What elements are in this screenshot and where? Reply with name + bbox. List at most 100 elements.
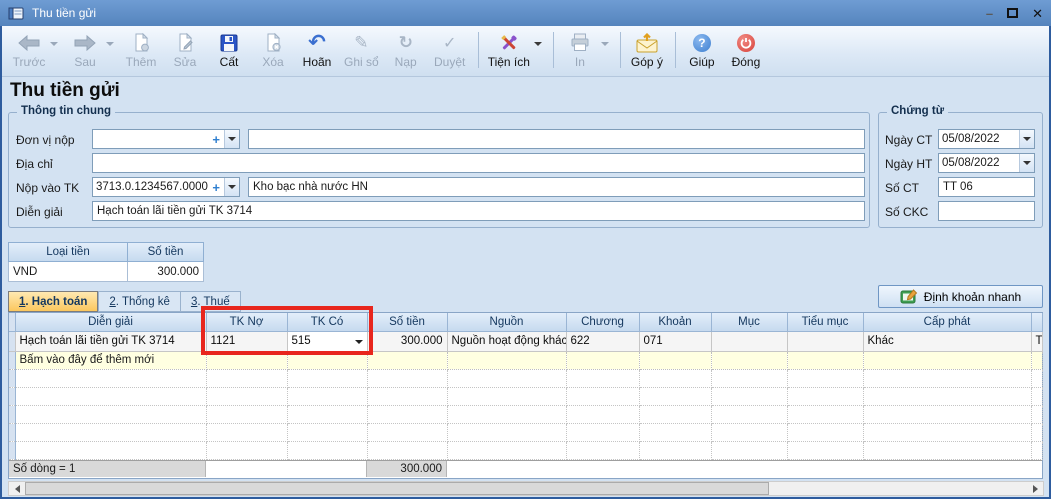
col-header-partial [1031,313,1042,331]
arrow-right-icon [74,32,96,54]
dropdown-caret-icon[interactable] [106,42,114,46]
maximize-button[interactable] [1007,8,1018,18]
empty-row [9,441,1042,459]
voucher-date-picker[interactable]: 05/08/2022 [938,129,1035,149]
triangle-right-icon [1033,485,1038,493]
tab-hach-toan[interactable]: 1. Hạch toán [8,291,98,312]
grid-summary-row: Số dòng = 1 300.000 [9,460,1042,476]
col-header-description[interactable]: Diễn giải [15,313,206,331]
cell-chapter[interactable]: 622 [566,331,639,351]
dropdown-caret-icon[interactable] [50,42,58,46]
empty-row [9,405,1042,423]
save-button[interactable]: Cất [208,30,250,71]
dropdown-button[interactable] [1019,154,1034,172]
posting-date-picker[interactable]: 05/08/2022 [938,153,1035,173]
add-new-icon[interactable]: + [212,132,224,147]
scrollbar-thumb[interactable] [25,482,769,495]
col-header-chapter[interactable]: Chương [566,313,639,331]
payer-label: Đơn vị nộp [16,133,75,147]
post-button[interactable]: ✎ Ghi sổ [340,30,383,71]
chevron-down-icon [228,185,236,189]
dropdown-button[interactable] [224,130,239,148]
voucher-number-field[interactable]: TT 06 [938,177,1035,197]
cell-source[interactable]: Nguồn hoạt động khác [447,331,566,351]
delete-button[interactable]: Xóa [252,30,294,71]
currency-cell[interactable]: VND [8,262,128,282]
tab-thong-ke[interactable]: 2. Thống kê [98,291,180,312]
voucher-number-label: Số CT [885,181,919,195]
col-header-allocation[interactable]: Cấp phát [863,313,1031,331]
refresh-icon: ↻ [399,32,413,54]
payer-name-field[interactable] [248,129,865,149]
feedback-envelope-icon [635,32,659,54]
next-button[interactable]: Sau [64,30,118,71]
floppy-disk-icon [220,32,238,54]
cell-allocation[interactable]: Khác [863,331,1031,351]
pencil-icon: ✎ [354,32,368,54]
horizontal-scrollbar[interactable] [8,481,1044,496]
help-icon: ? [693,34,711,52]
dropdown-caret-icon[interactable] [534,42,542,46]
col-header-subitem[interactable]: Tiểu mục [787,313,863,331]
add-button[interactable]: Thêm [120,30,162,71]
empty-row [9,423,1042,441]
add-row-hint[interactable]: Bấm vào đây để thêm mới [9,351,1042,369]
ckc-number-field[interactable] [938,201,1035,221]
cell-description[interactable]: Hạch toán lãi tiền gửi TK 3714 [15,331,206,351]
app-icon [8,7,24,20]
cell-item[interactable] [711,331,787,351]
description-label: Diễn giải [16,205,63,219]
dropdown-button[interactable] [1019,130,1034,148]
toolbar-separator [620,32,621,68]
minimize-button[interactable]: – [986,7,993,20]
page-title: Thu tiền gửi [10,80,120,102]
toolbar-separator [675,32,676,68]
check-icon: ✓ [443,32,456,54]
prev-button[interactable]: Trước [8,30,62,71]
reload-button[interactable]: ↻ Nạp [385,30,427,71]
help-button[interactable]: ? Giúp [681,30,723,71]
edit-button[interactable]: Sửa [164,30,206,71]
title-bar: Thu tiền gửi – ✕ [0,0,1051,26]
deposit-account-combo[interactable]: 3713.0.1234567.0000 + [92,177,240,197]
col-header-source[interactable]: Nguồn [447,313,566,331]
payer-combo[interactable]: + [92,129,240,149]
row-count-label: Số dòng = 1 [9,461,206,477]
address-field[interactable] [92,153,865,173]
total-amount: 300.000 [367,461,447,477]
col-header-amount[interactable]: Số tiền [367,313,447,331]
chevron-down-icon [1023,161,1031,165]
print-button[interactable]: In [559,30,613,71]
scroll-left-button[interactable] [9,482,25,495]
close-form-button[interactable]: Đóng [725,30,767,71]
scrollbar-track[interactable] [769,482,1027,495]
close-button[interactable]: ✕ [1032,7,1043,20]
quick-entry-button[interactable]: Định khoản nhanh [878,285,1043,308]
entries-grid: Diễn giải TK Nợ TK Có Số tiền Nguồn Chươ… [8,312,1043,479]
cell-clause[interactable]: 071 [639,331,711,351]
description-field[interactable]: Hạch toán lãi tiền gửi TK 3714 [92,201,865,221]
chevron-down-icon [1023,137,1031,141]
feedback-button[interactable]: Góp ý [626,30,668,71]
empty-row [9,369,1042,387]
dropdown-button[interactable] [224,178,239,196]
printer-icon [570,32,590,54]
undo-button[interactable]: ↶ Hoãn [296,30,338,71]
scroll-right-button[interactable] [1027,482,1043,495]
new-document-icon [132,32,150,54]
cell-subitem[interactable] [787,331,863,351]
app-window: Thu tiền gửi – ✕ Trước Sau [0,0,1051,499]
amount-cell[interactable]: 300.000 [128,262,204,282]
cell-amount[interactable]: 300.000 [367,331,447,351]
dropdown-caret-icon[interactable] [601,42,609,46]
col-header-clause[interactable]: Khoản [639,313,711,331]
delete-document-icon [264,32,282,54]
undo-arrow-icon: ↶ [308,32,326,54]
utilities-button[interactable]: Tiện ích [484,30,546,71]
ckc-number-label: Số CKC [885,205,928,219]
col-header-item[interactable]: Mục [711,313,787,331]
account-name-field[interactable]: Kho bạc nhà nước HN [248,177,865,197]
approve-button[interactable]: ✓ Duyệt [429,30,471,71]
add-new-icon[interactable]: + [212,180,224,195]
grid-row-1: Hạch toán lãi tiền gửi TK 3714 1121 515 … [9,331,1042,351]
